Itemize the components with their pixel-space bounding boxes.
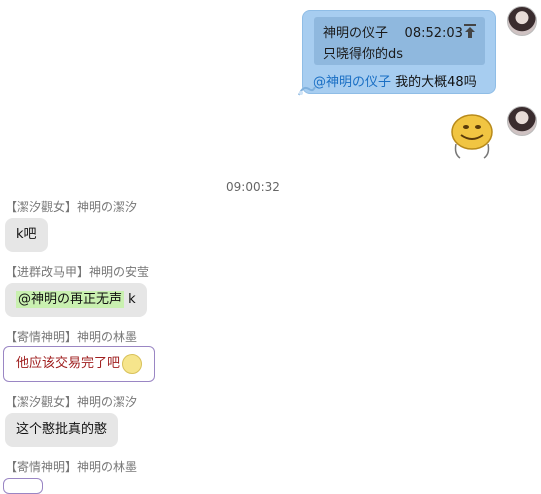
chat-timestamp: 09:00:32 — [226, 180, 280, 194]
quoted-message[interactable]: 神明の仪子 08:52:03 只晓得你的ds — [314, 17, 485, 65]
sender-name[interactable]: 【寄情神明】神明の林墨 — [5, 458, 137, 475]
message-text: k吧 — [16, 227, 37, 242]
arrow-up-icon[interactable] — [463, 23, 477, 39]
own-avatar[interactable] — [507, 106, 537, 136]
message-text: 他应该交易完了吧 — [16, 356, 121, 371]
message-text: 我的大概48吗 — [395, 75, 477, 90]
quote-time: 08:52:03 — [404, 26, 463, 41]
message-text: k — [128, 292, 136, 307]
smiley-emoji-icon — [122, 353, 143, 374]
quote-text: 只晓得你的ds — [323, 47, 404, 62]
message-bubble[interactable] — [3, 478, 43, 494]
mention-link[interactable]: @神明の仪子 — [313, 75, 391, 90]
mention-chip[interactable]: @神明の再正无声 — [16, 291, 125, 308]
message-bubble[interactable]: k吧 — [5, 218, 48, 252]
sender-name[interactable]: 【进群改马甲】神明の安莹 — [5, 263, 149, 280]
message-bubble[interactable]: 他应该交易完了吧 — [3, 346, 155, 382]
sender-name[interactable]: 【寄情神明】神明の林墨 — [5, 328, 137, 345]
smiley-sticker[interactable] — [446, 110, 498, 160]
sender-name[interactable]: 【潔汐觀女】神明の潔汐 — [5, 393, 137, 410]
own-avatar[interactable] — [507, 6, 537, 36]
quote-sender: 神明の仪子 — [323, 26, 389, 41]
sender-name[interactable]: 【潔汐觀女】神明の潔汐 — [5, 198, 137, 215]
message-text: 这个憨批真的憨 — [16, 422, 108, 437]
message-bubble[interactable]: @神明の再正无声 k — [5, 283, 147, 317]
own-message-bubble[interactable]: 神明の仪子 08:52:03 只晓得你的ds @神明の仪子 我的大概48吗 — [298, 10, 496, 96]
bubble-decoration-icon — [298, 86, 316, 96]
message-bubble[interactable]: 这个憨批真的憨 — [5, 413, 119, 447]
